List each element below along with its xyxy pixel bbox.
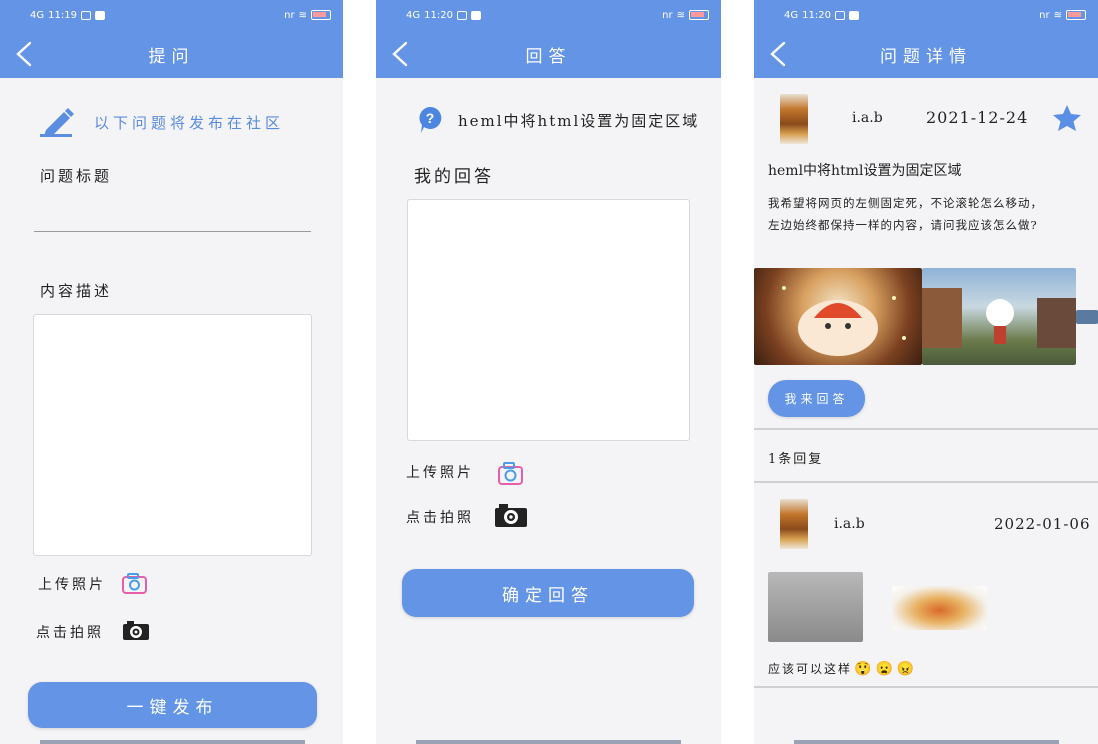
notification-icon: [848, 10, 859, 20]
ask-screen: 4G 11:19 nr ≋ 提问 以下问题将发布在社区 问题标题 内容描述 上传…: [0, 0, 343, 744]
status-bar: 4G 11:20 nr ≋: [376, 0, 721, 30]
answer-screen: 4G 11:20 nr ≋ 回答 ? heml中将html设置为固定区域 我的回…: [376, 0, 721, 744]
reply-count: 1条回复: [768, 452, 824, 467]
reply-text-row: 应该可以这样 😲 😦 😠: [768, 660, 916, 677]
status-network: nr: [1039, 9, 1050, 21]
question-mark-icon: ?: [419, 106, 442, 133]
status-network: nr: [662, 9, 673, 21]
answer-button[interactable]: 我来回答: [768, 380, 865, 417]
divider: [754, 686, 1098, 688]
upload-label: 上传照片: [38, 577, 106, 593]
wifi-icon: ≋: [298, 9, 307, 21]
question-body: 我希望将网页的左侧固定死，不论滚轮怎么移动， 左边始终都保持一样的内容，请问我应…: [768, 192, 1094, 236]
signal-indicator: 4G: [406, 9, 421, 21]
notification-icon: [470, 10, 481, 20]
svg-text:?: ?: [426, 110, 435, 126]
reply-user: i.a.b: [834, 516, 865, 532]
notification-icon: [94, 10, 105, 20]
star-icon[interactable]: [1052, 104, 1082, 132]
confirm-answer-button[interactable]: 确定回答: [402, 569, 694, 617]
wifi-icon: ≋: [676, 9, 685, 21]
notification-icon: [456, 10, 467, 20]
back-arrow-icon[interactable]: [12, 40, 40, 68]
content-textarea[interactable]: [33, 314, 312, 556]
status-time: 11:20: [424, 9, 453, 21]
question-image[interactable]: [922, 268, 1076, 365]
question-text: heml中将html设置为固定区域: [458, 112, 700, 130]
camera-icon[interactable]: [494, 503, 528, 528]
reply-image[interactable]: [768, 572, 863, 642]
emoji-icon: 😦: [875, 660, 895, 677]
status-bar: 4G 11:20 nr ≋: [754, 0, 1098, 30]
camera-icon[interactable]: [122, 620, 150, 641]
notification-icon: [80, 10, 91, 20]
signal-indicator: 4G: [30, 9, 45, 21]
avatar: [780, 499, 808, 549]
status-network: nr: [284, 9, 295, 21]
question-title-label: 问题标题: [40, 167, 113, 185]
content-label: 内容描述: [40, 282, 113, 300]
back-arrow-icon[interactable]: [766, 40, 794, 68]
reply-date: 2022-01-06: [994, 515, 1091, 533]
signal-indicator: 4G: [784, 9, 799, 21]
photo-label: 点击拍照: [406, 510, 474, 526]
question-detail-screen: 4G 11:20 nr ≋ 问题详情 i.a.b 2021-12-24 heml…: [754, 0, 1098, 744]
emoji-icon: 😠: [896, 660, 917, 677]
nav-bar: 回答: [376, 30, 721, 78]
reply-image[interactable]: [892, 586, 987, 630]
my-answer-label: 我的回答: [414, 167, 494, 187]
question-body-line: 我希望将网页的左侧固定死，不论滚轮怎么移动，: [768, 196, 1043, 210]
camera-outline-icon[interactable]: [497, 461, 524, 486]
battery-icon: [689, 10, 709, 20]
asker-name: i.a.b: [852, 110, 883, 126]
publish-button[interactable]: 一键发布: [28, 682, 317, 728]
divider: [754, 428, 1098, 430]
question-image[interactable]: [1076, 310, 1098, 324]
home-indicator: [40, 740, 305, 744]
avatar: [780, 94, 808, 144]
page-title: 问题详情: [880, 46, 972, 67]
question-image[interactable]: [754, 268, 922, 365]
status-time: 11:20: [802, 9, 831, 21]
reply-text: 应该可以这样: [768, 662, 853, 676]
home-indicator: [794, 740, 1059, 744]
battery-icon: [1066, 10, 1086, 20]
upload-label: 上传照片: [406, 465, 474, 481]
publish-notice: 以下问题将发布在社区: [94, 114, 285, 132]
question-date: 2021-12-24: [926, 108, 1029, 127]
question-body-line: 左边始终都保持一样的内容，请问我应该怎么做?: [768, 218, 1038, 232]
divider: [754, 481, 1098, 483]
status-bar: 4G 11:19 nr ≋: [0, 0, 343, 30]
wifi-icon: ≋: [1053, 9, 1062, 21]
battery-icon: [311, 10, 331, 20]
page-title: 提问: [148, 46, 195, 67]
status-time: 11:19: [48, 9, 77, 21]
notification-icon: [834, 10, 845, 20]
page-title: 回答: [525, 46, 572, 67]
nav-bar: 提问: [0, 30, 343, 78]
answer-textarea[interactable]: [407, 199, 690, 441]
pencil-icon: [40, 108, 74, 137]
camera-outline-icon[interactable]: [121, 572, 148, 595]
question-title-input[interactable]: [34, 196, 311, 232]
nav-bar: 问题详情: [754, 30, 1098, 78]
question-title: heml中将html设置为固定区域: [768, 163, 962, 179]
photo-label: 点击拍照: [36, 625, 104, 641]
back-arrow-icon[interactable]: [388, 40, 416, 68]
emoji-icon: 😲: [854, 660, 874, 677]
home-indicator: [416, 740, 681, 744]
